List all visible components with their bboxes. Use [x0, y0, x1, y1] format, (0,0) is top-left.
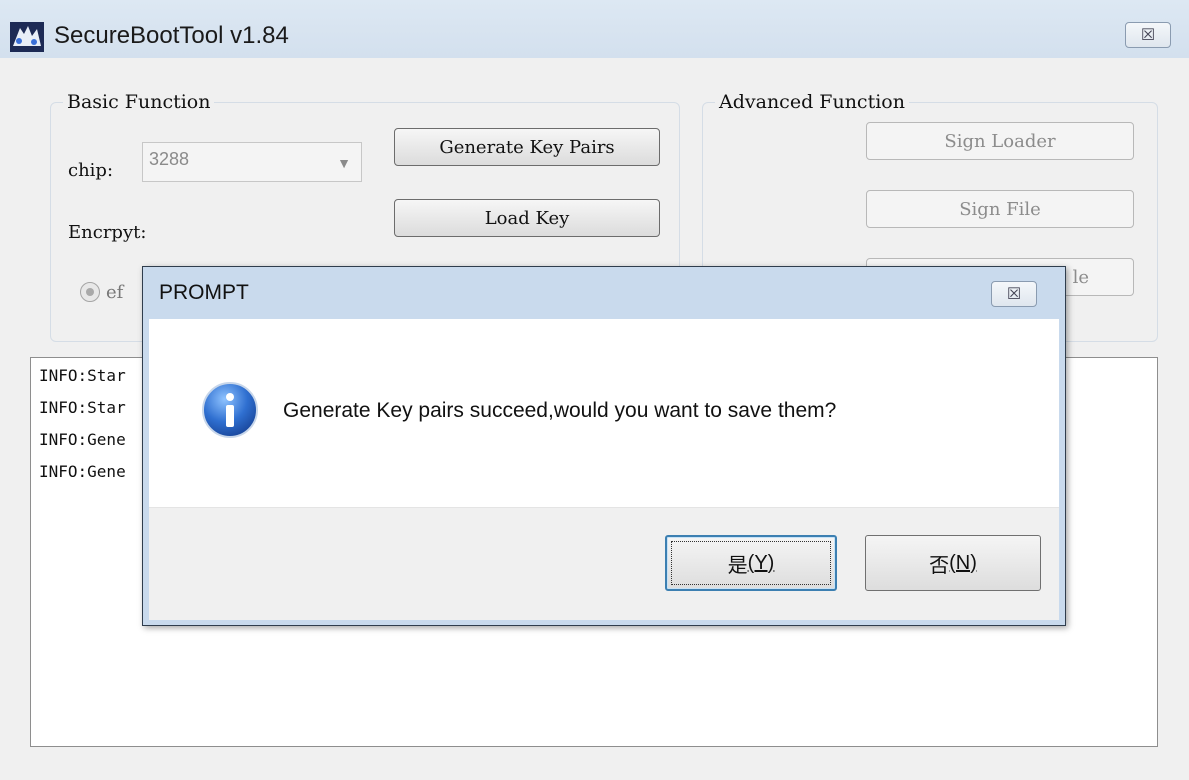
- generate-key-pairs-label: Generate Key Pairs: [439, 136, 615, 158]
- generate-key-pairs-button[interactable]: Generate Key Pairs: [394, 128, 660, 166]
- yes-button[interactable]: 是 (Y): [665, 535, 837, 591]
- log-line: INFO:Gene: [39, 462, 126, 481]
- load-key-button[interactable]: Load Key: [394, 199, 660, 237]
- chevron-down-icon: ▼: [337, 155, 351, 171]
- prompt-dialog: PROMPT ☒ Generate Key pairs succeed,woul…: [142, 266, 1066, 626]
- chip-label: chip:: [68, 160, 114, 181]
- no-label: 否: [929, 554, 950, 577]
- load-key-label: Load Key: [484, 207, 570, 229]
- log-line: INFO:Gene: [39, 430, 126, 449]
- log-line: INFO:Star: [39, 398, 126, 417]
- dialog-message: Generate Key pairs succeed,would you wan…: [283, 399, 837, 422]
- basic-function-legend: Basic Function: [63, 91, 215, 113]
- radio-label: ef: [106, 282, 124, 303]
- advanced-third-label: le: [1072, 266, 1089, 288]
- main-window: SecureBootTool v1.84 ☒ Basic Function ch…: [0, 0, 1189, 780]
- no-mnemonic: (N): [949, 551, 977, 574]
- dialog-body: Generate Key pairs succeed,would you wan…: [149, 319, 1059, 620]
- advanced-function-legend: Advanced Function: [715, 91, 909, 113]
- app-icon: [10, 22, 44, 52]
- efuse-radio[interactable]: [80, 282, 100, 302]
- dialog-title: PROMPT: [159, 281, 249, 304]
- chip-select[interactable]: 3288 ▼: [142, 142, 362, 182]
- chip-value: 3288: [149, 149, 190, 169]
- sign-loader-button[interactable]: Sign Loader: [866, 122, 1134, 160]
- sign-loader-label: Sign Loader: [944, 130, 1056, 152]
- window-title: SecureBootTool v1.84: [54, 22, 289, 49]
- close-icon: ☒: [1140, 27, 1156, 44]
- window-close-button[interactable]: ☒: [1125, 22, 1171, 48]
- focus-ring: [671, 541, 831, 585]
- dialog-close-button[interactable]: ☒: [991, 281, 1037, 307]
- sign-file-button[interactable]: Sign File: [866, 190, 1134, 228]
- log-line: INFO:Star: [39, 366, 126, 385]
- info-icon: [202, 382, 258, 438]
- no-button[interactable]: 否 (N): [865, 535, 1041, 591]
- title-bar: SecureBootTool v1.84 ☒: [0, 0, 1189, 58]
- close-icon: ☒: [1006, 286, 1022, 303]
- encrypt-label: Encrpyt:: [68, 222, 147, 243]
- sign-file-label: Sign File: [959, 198, 1041, 220]
